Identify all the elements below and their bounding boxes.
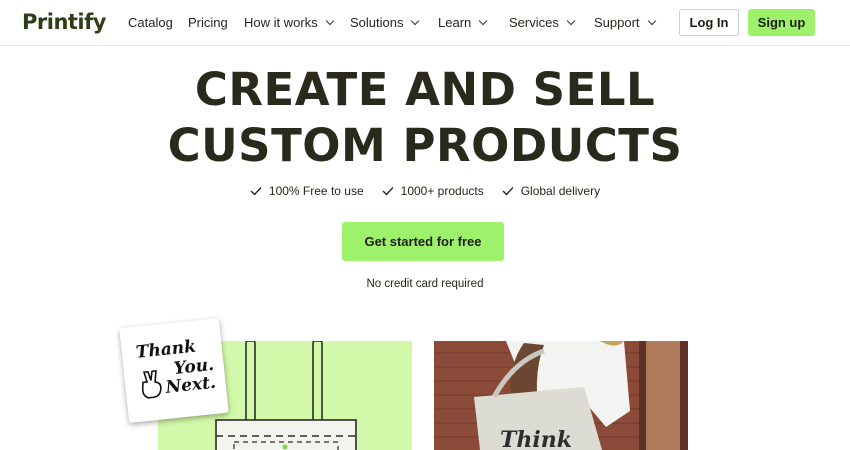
sticker-line-3: Next. [164, 372, 217, 398]
check-icon [250, 187, 262, 196]
thank-you-next-sticker: Thank You. Next. [119, 318, 229, 423]
feature-label: 1000+ products [400, 184, 484, 198]
hero-headline-line-2: CUSTOM PRODUCTS [167, 119, 683, 172]
nav-item-label: Learn [438, 15, 472, 30]
check-icon [502, 187, 514, 196]
chevron-down-icon [647, 16, 656, 25]
chevron-down-icon [325, 16, 334, 25]
feature-list: 100% Free to use 1000+ products Global d… [0, 184, 850, 198]
signup-button[interactable]: Sign up [748, 9, 815, 36]
feature-item: Global delivery [502, 184, 600, 198]
chevron-down-icon [566, 16, 576, 25]
nav-item-label: Pricing [188, 15, 228, 30]
feature-label: 100% Free to use [268, 184, 364, 198]
feature-item: 1000+ products [382, 184, 484, 198]
nav-item-label: Services [509, 15, 559, 30]
nav-item-label: Catalog [128, 15, 173, 30]
nav-item-solutions[interactable]: Solutions [350, 15, 420, 30]
no-credit-card-note: No credit card required [366, 278, 484, 290]
peace-hand-icon [141, 369, 162, 399]
feature-label: Global delivery [520, 184, 601, 198]
nav-item-label: Solutions [350, 15, 404, 30]
lifestyle-photo: Think [434, 341, 688, 450]
nav-item-services[interactable]: Services [509, 15, 576, 30]
printify-logo[interactable]: Printify [22, 10, 106, 34]
chevron-down-icon [479, 16, 488, 25]
nav-item-how-it-works[interactable]: How it works [244, 15, 334, 30]
nav-item-learn[interactable]: Learn [438, 15, 488, 30]
hero-headline-line-1: CREATE AND SELL [194, 63, 656, 116]
feature-item: 100% Free to use [250, 184, 364, 198]
nav-item-label: Support [594, 15, 640, 30]
check-icon [382, 187, 394, 196]
login-button[interactable]: Log In [679, 9, 739, 36]
tote-print-text: Think [500, 427, 572, 450]
chevron-down-icon [411, 16, 420, 25]
nav-item-support[interactable]: Support [594, 15, 656, 30]
get-started-button[interactable]: Get started for free [342, 222, 504, 261]
nav-item-catalog[interactable]: Catalog [128, 15, 173, 30]
top-navigation: Printify Catalog Pricing How it works So… [0, 0, 850, 46]
person-with-tote-photo: Think [434, 341, 688, 450]
nav-item-label: How it works [244, 15, 318, 30]
nav-item-pricing[interactable]: Pricing [188, 15, 228, 30]
